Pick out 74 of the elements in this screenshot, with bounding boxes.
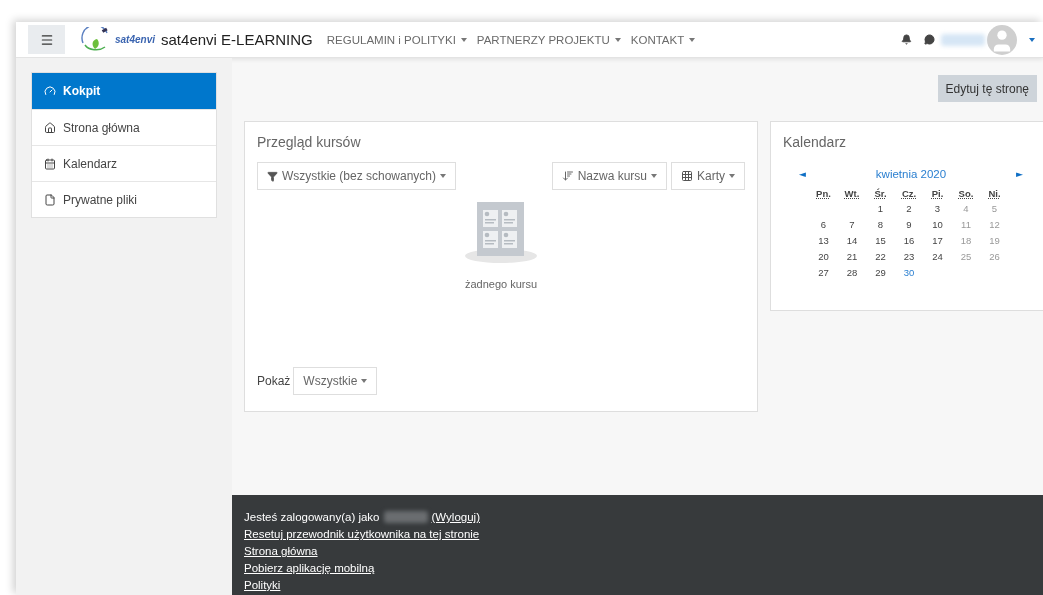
site-name[interactable]: sat4envi E-LEARNING [161, 31, 313, 48]
calendar-day[interactable]: 10 [923, 218, 952, 231]
view-dropdown[interactable]: Karty [671, 162, 745, 190]
calendar-day[interactable]: 17 [923, 234, 952, 247]
weekday-header: Pn. [815, 188, 832, 199]
sidebar-item-label: Strona główna [63, 120, 140, 135]
previous-month-link[interactable]: ◄ [799, 169, 806, 179]
calendar-day[interactable]: 7 [837, 218, 867, 231]
weekday-header: Śr. [873, 188, 888, 199]
weekday-header: Ni. [987, 188, 1002, 199]
calendar-day[interactable]: 21 [837, 250, 867, 263]
calendar-day[interactable]: 29 [866, 266, 895, 279]
footer-link[interactable]: Pobierz aplikację mobilną [244, 560, 375, 576]
filter-dropdown[interactable]: Wszystkie (bez schowanych) [257, 162, 457, 190]
next-month-link[interactable]: ► [1016, 169, 1023, 179]
calendar-day[interactable]: 2 [894, 202, 924, 215]
calendar-day[interactable]: 23 [894, 250, 924, 263]
filter-icon [267, 170, 278, 182]
gauge-icon [44, 85, 56, 97]
nav-menu-item[interactable]: KONTAKT [630, 33, 696, 46]
calendar-day[interactable]: 30 [894, 266, 924, 279]
weekday-header: Cz. [900, 188, 918, 199]
caret-icon [460, 37, 467, 42]
footer-link[interactable]: Resetuj przewodnik użytkownika na tej stronie [244, 526, 480, 542]
weekday-header: Wt. [843, 188, 861, 199]
logo-text: sat4envi [115, 34, 156, 45]
calendar-day[interactable]: 27 [809, 266, 838, 279]
logged-in-text: Jesteś zalogowany(a) jako [244, 510, 380, 525]
calendar-day[interactable]: 8 [866, 218, 895, 231]
caret-icon[interactable] [1029, 37, 1035, 42]
calendar-day[interactable]: 16 [894, 234, 924, 247]
sidebar-item-label: Kokpit [63, 84, 101, 98]
calendar-day[interactable]: 14 [837, 234, 867, 247]
card-title: Przegląd kursów [257, 134, 362, 150]
calendar-day[interactable]: 13 [809, 234, 838, 247]
nav-menu-item[interactable]: PARTNERZY PROJEKTU [476, 33, 621, 46]
chat-icon[interactable] [924, 34, 935, 45]
month-title[interactable]: kwietnia 2020 [875, 168, 947, 180]
edit-page-button[interactable]: Edytuj tę stronę [937, 75, 1037, 102]
menu-icon [39, 32, 54, 47]
calendar-day[interactable]: 24 [923, 250, 952, 263]
file-icon [44, 193, 56, 206]
empty-message: żadnego kursu [464, 278, 538, 290]
show-label: Pokaż [257, 374, 291, 388]
logout-link[interactable]: (Wyloguj) [431, 509, 480, 525]
blurred-username [383, 511, 428, 523]
calendar-day[interactable]: 15 [866, 234, 895, 247]
sidebar-item-label: Prywatne pliki [63, 192, 138, 207]
calendar-day[interactable]: 28 [837, 266, 867, 279]
calendar-day[interactable]: 22 [866, 250, 895, 263]
calendar-icon [44, 157, 56, 170]
sort-dropdown[interactable]: Nazwa kursu [551, 162, 667, 190]
calendar-day[interactable]: 20 [809, 250, 838, 263]
calendar-day[interactable]: 1 [866, 202, 895, 215]
caret-icon [614, 37, 621, 42]
card-title: Kalendarz [783, 134, 848, 150]
bell-icon[interactable] [901, 34, 912, 45]
nav-menu-item[interactable]: REGULAMIN i POLITYKI [326, 33, 467, 46]
calendar-day[interactable]: 9 [894, 218, 924, 231]
home-icon [44, 121, 56, 134]
blurred-username [941, 33, 985, 46]
footer-link[interactable]: Strona główna [244, 543, 318, 559]
sidebar-item-label: Kalendarz [63, 156, 118, 171]
sort-icon [561, 170, 574, 182]
weekday-header: Pi. [930, 188, 945, 199]
show-dropdown[interactable]: Wszystkie [293, 367, 378, 395]
weekday-header: So. [957, 188, 975, 199]
calendar-day[interactable]: 3 [923, 202, 952, 215]
menu-button[interactable] [28, 25, 65, 54]
sidebar-item[interactable]: Kokpit [32, 73, 216, 109]
footer-link[interactable]: Polityki [244, 577, 281, 593]
calendar-day[interactable]: 6 [809, 218, 838, 231]
grid-icon [681, 170, 693, 182]
caret-icon [689, 37, 696, 42]
